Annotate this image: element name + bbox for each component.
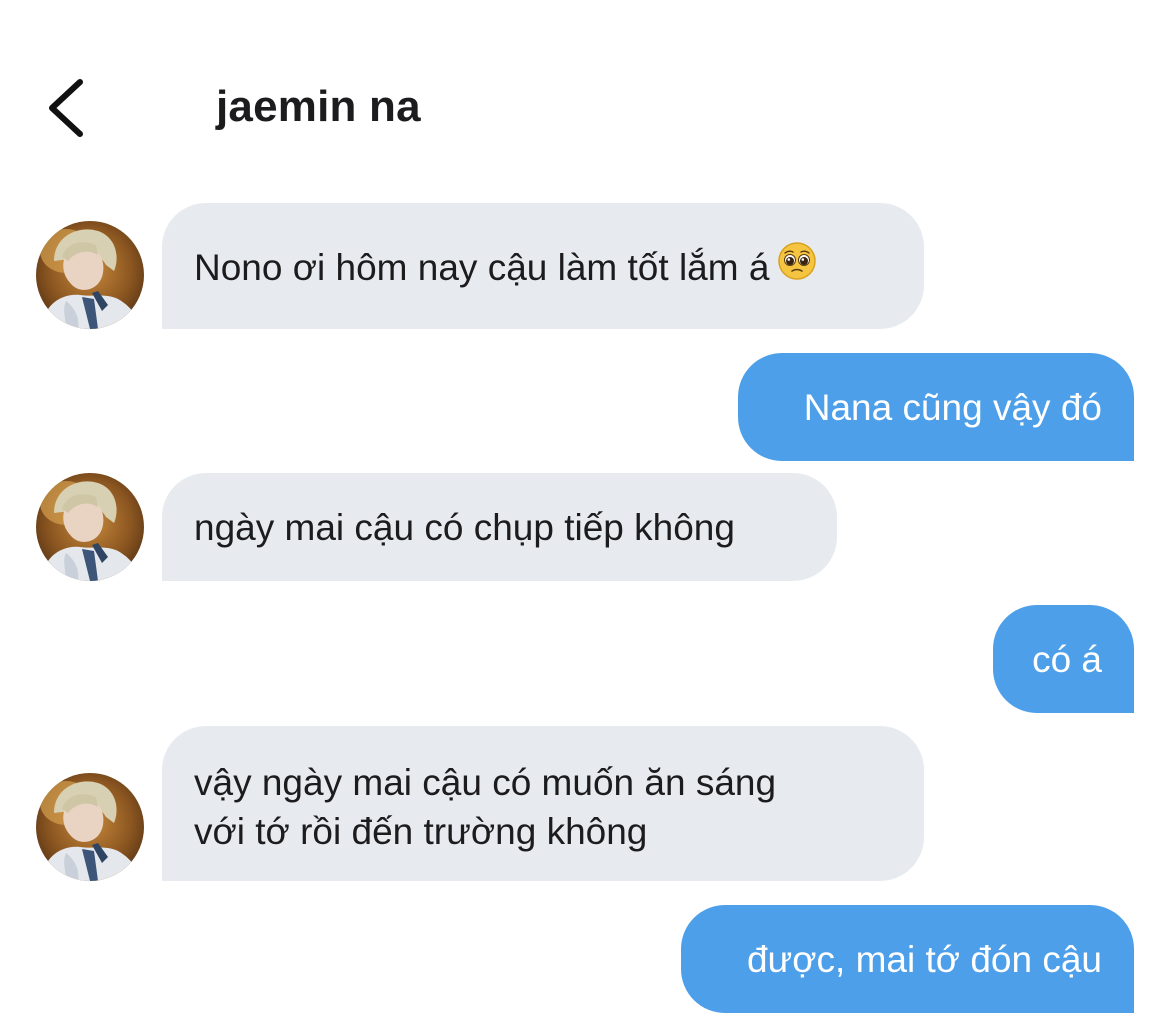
avatar[interactable]	[36, 221, 144, 329]
message-text: có á	[1032, 639, 1102, 680]
incoming-message-bubble[interactable]: Nono ơi hôm nay cậu làm tốt lắm á	[162, 203, 924, 329]
message-text: Nono ơi hôm nay cậu làm tốt lắm á	[194, 247, 770, 288]
message-text: ngày mai cậu có chụp tiếp không	[194, 507, 735, 548]
outgoing-message-bubble[interactable]: được, mai tớ đón cậu	[681, 905, 1134, 1013]
avatar[interactable]	[36, 473, 144, 581]
outgoing-message-bubble[interactable]: Nana cũng vậy đó	[738, 353, 1134, 461]
contact-avatar-photo	[36, 473, 144, 581]
contact-avatar-photo	[36, 773, 144, 881]
message-text-line: vậy ngày mai cậu có muốn ăn sáng	[194, 762, 777, 803]
message-text: được, mai tớ đón cậu	[746, 939, 1102, 980]
outgoing-message-bubble[interactable]: có á	[993, 605, 1134, 713]
incoming-message-bubble[interactable]: vậy ngày mai cậu có muốn ăn sáng với tớ …	[162, 726, 924, 881]
contact-avatar-photo	[36, 221, 144, 329]
incoming-message-bubble[interactable]: ngày mai cậu có chụp tiếp không	[162, 473, 837, 581]
avatar[interactable]	[36, 773, 144, 881]
chevron-left-icon	[49, 79, 83, 137]
contact-name[interactable]: jaemin na	[216, 82, 421, 132]
message-text-line: với tớ rồi đến trường không	[194, 811, 648, 852]
pleading-face-icon	[777, 241, 817, 293]
message-text: Nana cũng vậy đó	[803, 387, 1102, 428]
back-button[interactable]	[38, 72, 98, 144]
chat-header: jaemin na	[0, 0, 1169, 180]
